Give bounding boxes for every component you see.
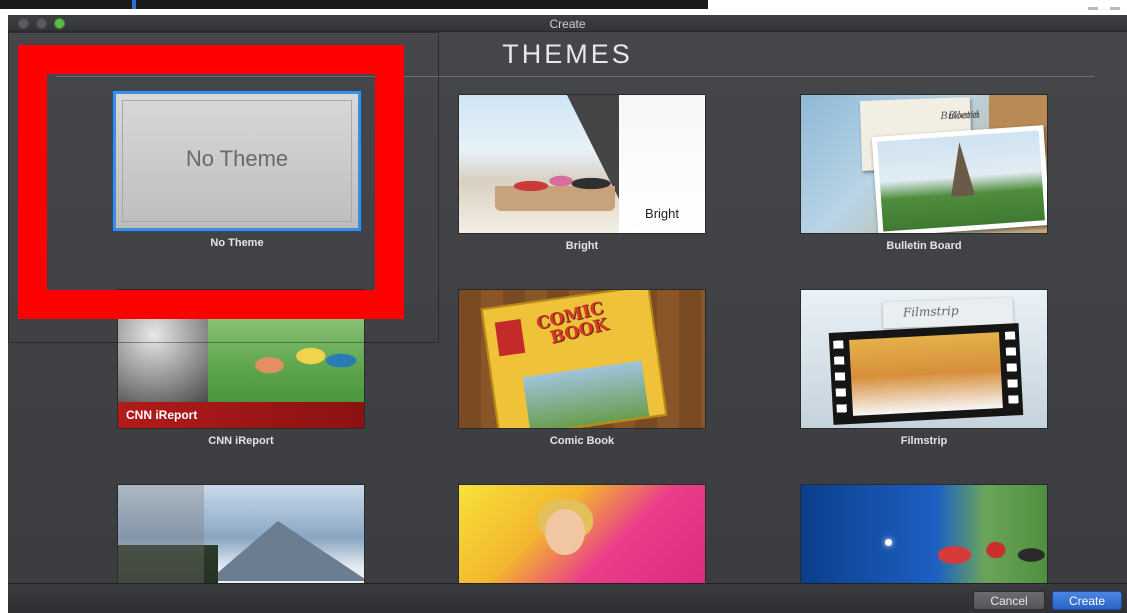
create-dialog: Create THEMES No Theme No Theme Bright B…	[8, 15, 1127, 613]
theme-thumbnail[interactable]: No Theme	[113, 91, 361, 231]
title-bar: Create	[8, 15, 1127, 32]
theme-tile-filmstrip[interactable]: Filmstrip Filmstrip	[800, 289, 1048, 447]
theme-thumbnail[interactable]: COMIC BOOK	[458, 289, 706, 429]
heading-divider	[56, 76, 1094, 77]
thumbnail-text: CNN iReport	[126, 408, 198, 422]
film-sprocket-holes	[1004, 331, 1019, 408]
theme-label: Bulletin Board	[886, 240, 962, 252]
background-accent	[132, 0, 136, 9]
themes-heading: THEMES	[502, 39, 633, 69]
film-frame	[849, 332, 1003, 416]
theme-label: Comic Book	[549, 435, 615, 447]
create-button[interactable]: Create	[1052, 591, 1122, 610]
mountain-graphic	[208, 521, 364, 581]
thumbnail-text: Filmstrip	[902, 303, 959, 320]
window-title: Create	[549, 17, 586, 31]
comic-book-graphic: COMIC BOOK	[480, 290, 668, 428]
theme-label: No Theme	[210, 237, 264, 249]
photo-card	[871, 125, 1047, 233]
globe-graphic	[118, 290, 208, 402]
red-panel	[494, 319, 526, 357]
background-window-strip	[0, 0, 708, 9]
eiffel-photo	[877, 130, 1045, 232]
kids-photo	[228, 310, 364, 402]
theme-tile-comic-book[interactable]: COMIC BOOK Comic Book	[458, 289, 706, 447]
theme-thumbnail[interactable]: CNN iReport	[117, 289, 365, 429]
thumbnail-text-line2: Board	[948, 109, 980, 122]
theme-thumbnail[interactable]: Bulletin Board	[800, 94, 1048, 234]
theme-thumbnail[interactable]: Bright	[458, 94, 706, 234]
theme-tile-no-theme[interactable]: No Theme No Theme	[113, 91, 361, 249]
face-graphic	[545, 509, 585, 555]
theme-thumbnail[interactable]: Filmstrip	[800, 289, 1048, 429]
thumbnail-text: No Theme	[185, 146, 289, 171]
theme-tile-bulletin-board[interactable]: Bulletin Board Bulletin Board	[800, 94, 1048, 252]
film-strip-graphic	[828, 323, 1024, 425]
theme-label: Bright	[565, 240, 599, 252]
theme-label: CNN iReport	[208, 435, 274, 447]
thumbnail-text: Bright	[645, 206, 679, 221]
theme-label: Filmstrip	[900, 435, 948, 447]
theme-tile-cnn-ireport[interactable]: CNN iReport CNN iReport	[117, 289, 365, 447]
film-sprocket-holes	[833, 340, 848, 417]
cancel-button[interactable]: Cancel	[973, 591, 1045, 610]
bottom-bar: Cancel Create	[8, 583, 1127, 613]
people-graphic	[495, 161, 615, 211]
map-dot	[885, 539, 892, 546]
comic-photo	[522, 360, 650, 428]
background-window-edge	[1086, 2, 1127, 16]
theme-tile-bright[interactable]: Bright Bright	[458, 94, 706, 252]
eiffel-tower-graphic	[947, 141, 976, 197]
